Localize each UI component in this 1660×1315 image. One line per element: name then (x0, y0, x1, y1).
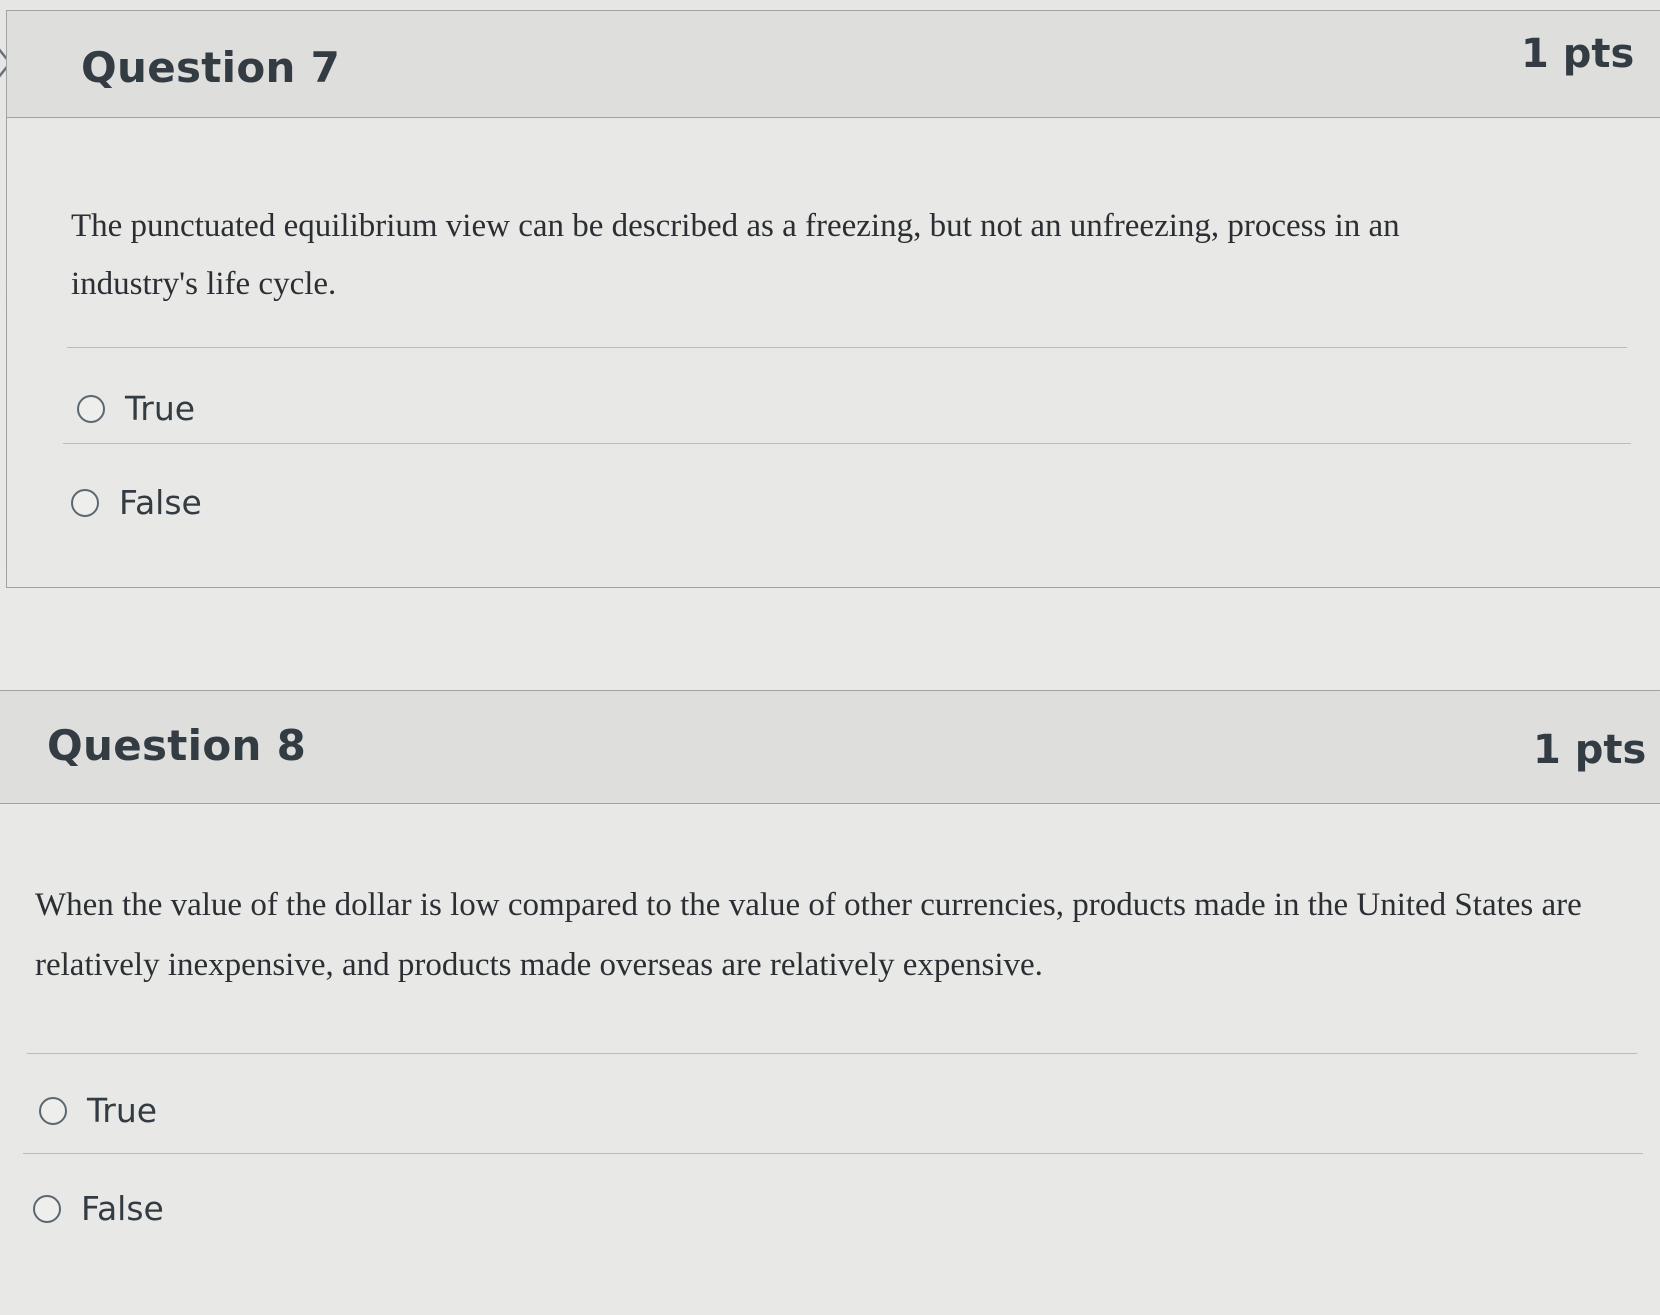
question-8-answer-true[interactable]: True (39, 1091, 157, 1130)
question-8-card: Question 8 1 pts When the value of the d… (0, 690, 1660, 1315)
answer-divider (27, 1053, 1637, 1054)
question-7-title: Question 7 (81, 43, 341, 92)
answer-label: True (125, 389, 196, 428)
question-8-header: Question 8 1 pts (0, 691, 1660, 804)
question-8-text: When the value of the dollar is low comp… (35, 887, 1582, 983)
question-7-answer-true[interactable]: True (77, 389, 195, 428)
answer-divider (67, 347, 1627, 348)
answer-divider (23, 1153, 1643, 1154)
question-8-title: Question 8 (47, 721, 307, 770)
quiz-page: Question 7 1 pts The punctuated equilibr… (0, 0, 1660, 1315)
radio-button[interactable] (33, 1194, 61, 1223)
question-7-card: Question 7 1 pts The punctuated equilibr… (6, 10, 1660, 588)
answer-label: False (119, 483, 202, 522)
question-7-answer-false[interactable]: False (71, 483, 202, 522)
radio-button[interactable] (77, 394, 105, 423)
question-8-answer-false[interactable]: False (33, 1189, 164, 1228)
answer-label: False (81, 1189, 164, 1228)
question-7-header: Question 7 1 pts (7, 11, 1660, 118)
question-8-points: 1 pts (1533, 727, 1647, 773)
question-7-points: 1 pts (1521, 31, 1635, 77)
radio-button[interactable] (39, 1096, 67, 1125)
answer-divider (63, 443, 1631, 444)
answer-label: True (87, 1091, 158, 1130)
radio-button[interactable] (71, 488, 99, 517)
question-7-text: The punctuated equilibrium view can be d… (71, 208, 1400, 302)
